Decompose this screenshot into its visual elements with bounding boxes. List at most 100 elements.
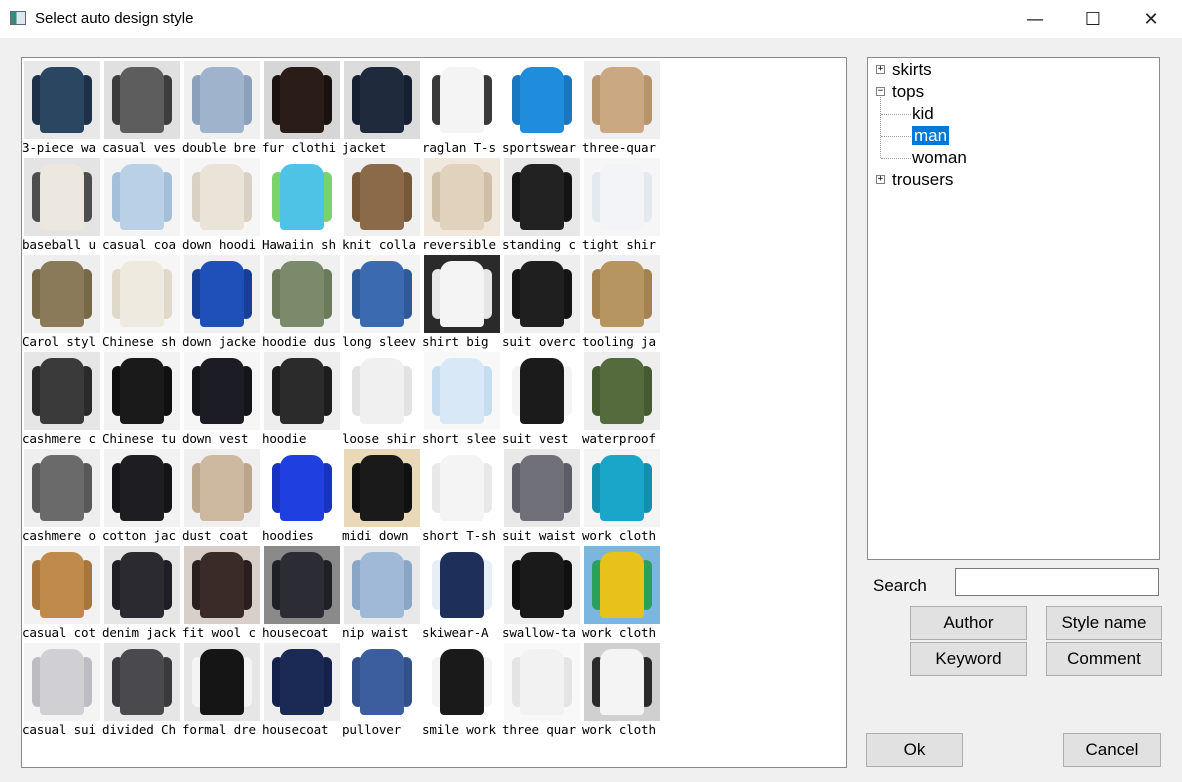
garment-thumbnail xyxy=(184,449,260,527)
gallery-item[interactable]: housecoat xyxy=(262,641,342,738)
tree-node-skirts[interactable]: skirts xyxy=(892,59,932,81)
keyword-button[interactable]: Keyword xyxy=(910,642,1027,676)
style-name-button[interactable]: Style name xyxy=(1046,606,1162,640)
search-input[interactable] xyxy=(955,568,1159,596)
tree-connector xyxy=(881,158,911,159)
gallery-item[interactable]: Chinese tu xyxy=(102,350,182,447)
gallery-item[interactable]: casual ves xyxy=(102,59,182,156)
gallery-item[interactable]: raglan T-s xyxy=(422,59,502,156)
tree-node-man[interactable]: man xyxy=(912,125,950,147)
garment-thumbnail xyxy=(424,546,500,624)
gallery-item-caption: knit colla xyxy=(342,237,416,252)
gallery-item[interactable]: three quar xyxy=(502,641,582,738)
maximize-button[interactable]: ☐ xyxy=(1064,0,1122,38)
minimize-button[interactable]: — xyxy=(1006,0,1064,38)
ok-button[interactable]: Ok xyxy=(866,733,963,767)
gallery-item[interactable]: cashmere c xyxy=(22,350,102,447)
garment-thumbnail xyxy=(424,352,500,430)
gallery-item[interactable]: shirt big xyxy=(422,253,502,350)
collapse-icon[interactable]: − xyxy=(876,87,885,96)
gallery-item-caption: 3-piece wa xyxy=(22,140,96,155)
gallery-item[interactable]: reversible xyxy=(422,156,502,253)
gallery-item[interactable]: pullover xyxy=(342,641,422,738)
gallery-item[interactable]: double bre xyxy=(182,59,262,156)
gallery-item[interactable]: 3-piece wa xyxy=(22,59,102,156)
gallery-item[interactable]: cashmere o xyxy=(22,447,102,544)
gallery-item[interactable]: denim jack xyxy=(102,544,182,641)
close-icon: ✕ xyxy=(1143,8,1159,30)
gallery-item[interactable]: baseball u xyxy=(22,156,102,253)
gallery-item-caption: tight shir xyxy=(582,237,656,252)
gallery-item[interactable]: skiwear-A xyxy=(422,544,502,641)
tree-node-woman[interactable]: woman xyxy=(912,147,967,169)
gallery-item[interactable]: down jacke xyxy=(182,253,262,350)
gallery-item[interactable]: Chinese sh xyxy=(102,253,182,350)
gallery-item[interactable]: tight shir xyxy=(582,156,662,253)
gallery-item[interactable]: hoodie xyxy=(262,350,342,447)
gallery-item[interactable]: casual sui xyxy=(22,641,102,738)
gallery-item[interactable]: work cloth xyxy=(582,641,662,738)
gallery-item[interactable]: down vest xyxy=(182,350,262,447)
expand-icon[interactable]: + xyxy=(876,175,885,184)
author-button[interactable]: Author xyxy=(910,606,1027,640)
gallery-item-caption: long sleev xyxy=(342,334,416,349)
gallery-item[interactable]: work cloth xyxy=(582,447,662,544)
gallery-item[interactable]: casual cot xyxy=(22,544,102,641)
gallery-item[interactable]: cotton jac xyxy=(102,447,182,544)
window-title: Select auto design style xyxy=(35,10,194,27)
garment-thumbnail xyxy=(424,449,500,527)
gallery-item[interactable]: standing c xyxy=(502,156,582,253)
gallery-item[interactable]: down hoodi xyxy=(182,156,262,253)
gallery-item-caption: fit wool c xyxy=(182,625,256,640)
gallery-item[interactable]: hoodies xyxy=(262,447,342,544)
gallery-item[interactable]: casual coa xyxy=(102,156,182,253)
garment-thumbnail xyxy=(584,546,660,624)
gallery-item-caption: work cloth xyxy=(582,625,656,640)
tree-node-tops[interactable]: tops xyxy=(892,81,924,103)
gallery-item[interactable]: Carol styl xyxy=(22,253,102,350)
gallery-item[interactable]: dust coat xyxy=(182,447,262,544)
close-button[interactable]: ✕ xyxy=(1122,0,1180,38)
gallery-item[interactable]: short T-sh xyxy=(422,447,502,544)
garment-thumbnail xyxy=(104,449,180,527)
gallery-item-caption: cashmere o xyxy=(22,528,96,543)
gallery-item[interactable]: swallow-ta xyxy=(502,544,582,641)
gallery-item-caption: standing c xyxy=(502,237,576,252)
garment-thumbnail xyxy=(504,61,580,139)
gallery-item[interactable]: nip waist xyxy=(342,544,422,641)
gallery-item[interactable]: suit vest xyxy=(502,350,582,447)
gallery-item[interactable]: fur clothi xyxy=(262,59,342,156)
gallery-item[interactable]: tooling ja xyxy=(582,253,662,350)
gallery-item[interactable]: housecoat xyxy=(262,544,342,641)
gallery-item[interactable]: knit colla xyxy=(342,156,422,253)
tree-node-trousers[interactable]: trousers xyxy=(892,169,953,191)
gallery-item[interactable]: smile work xyxy=(422,641,502,738)
gallery-item[interactable]: suit overc xyxy=(502,253,582,350)
tree-node-kid[interactable]: kid xyxy=(912,103,934,125)
gallery-item[interactable]: short slee xyxy=(422,350,502,447)
gallery-item[interactable]: formal dre xyxy=(182,641,262,738)
gallery-item[interactable]: suit waist xyxy=(502,447,582,544)
gallery-item[interactable]: fit wool c xyxy=(182,544,262,641)
expand-icon[interactable]: + xyxy=(876,65,885,74)
gallery-item-caption: swallow-ta xyxy=(502,625,576,640)
gallery-item[interactable]: three-quar xyxy=(582,59,662,156)
garment-thumbnail xyxy=(504,255,580,333)
comment-button[interactable]: Comment xyxy=(1046,642,1162,676)
gallery-item[interactable]: loose shir xyxy=(342,350,422,447)
gallery-item[interactable]: sportswear xyxy=(502,59,582,156)
cancel-button[interactable]: Cancel xyxy=(1063,733,1161,767)
gallery-item[interactable]: Hawaiin sh xyxy=(262,156,342,253)
gallery-item[interactable]: jacket xyxy=(342,59,422,156)
gallery-item-caption: Chinese sh xyxy=(102,334,176,349)
gallery-item[interactable]: waterproof xyxy=(582,350,662,447)
gallery-item[interactable]: hoodie dus xyxy=(262,253,342,350)
gallery-item[interactable]: divided Ch xyxy=(102,641,182,738)
category-tree[interactable]: + skirts − tops kid man woman + trousers xyxy=(867,57,1160,560)
gallery-item[interactable]: midi down xyxy=(342,447,422,544)
gallery-item[interactable]: work cloth xyxy=(582,544,662,641)
gallery-item-caption: skiwear-A xyxy=(422,625,489,640)
style-gallery[interactable]: 3-piece wa casual ves double bre fur clothi… xyxy=(21,57,847,768)
gallery-item-caption: down hoodi xyxy=(182,237,256,252)
gallery-item[interactable]: long sleev xyxy=(342,253,422,350)
